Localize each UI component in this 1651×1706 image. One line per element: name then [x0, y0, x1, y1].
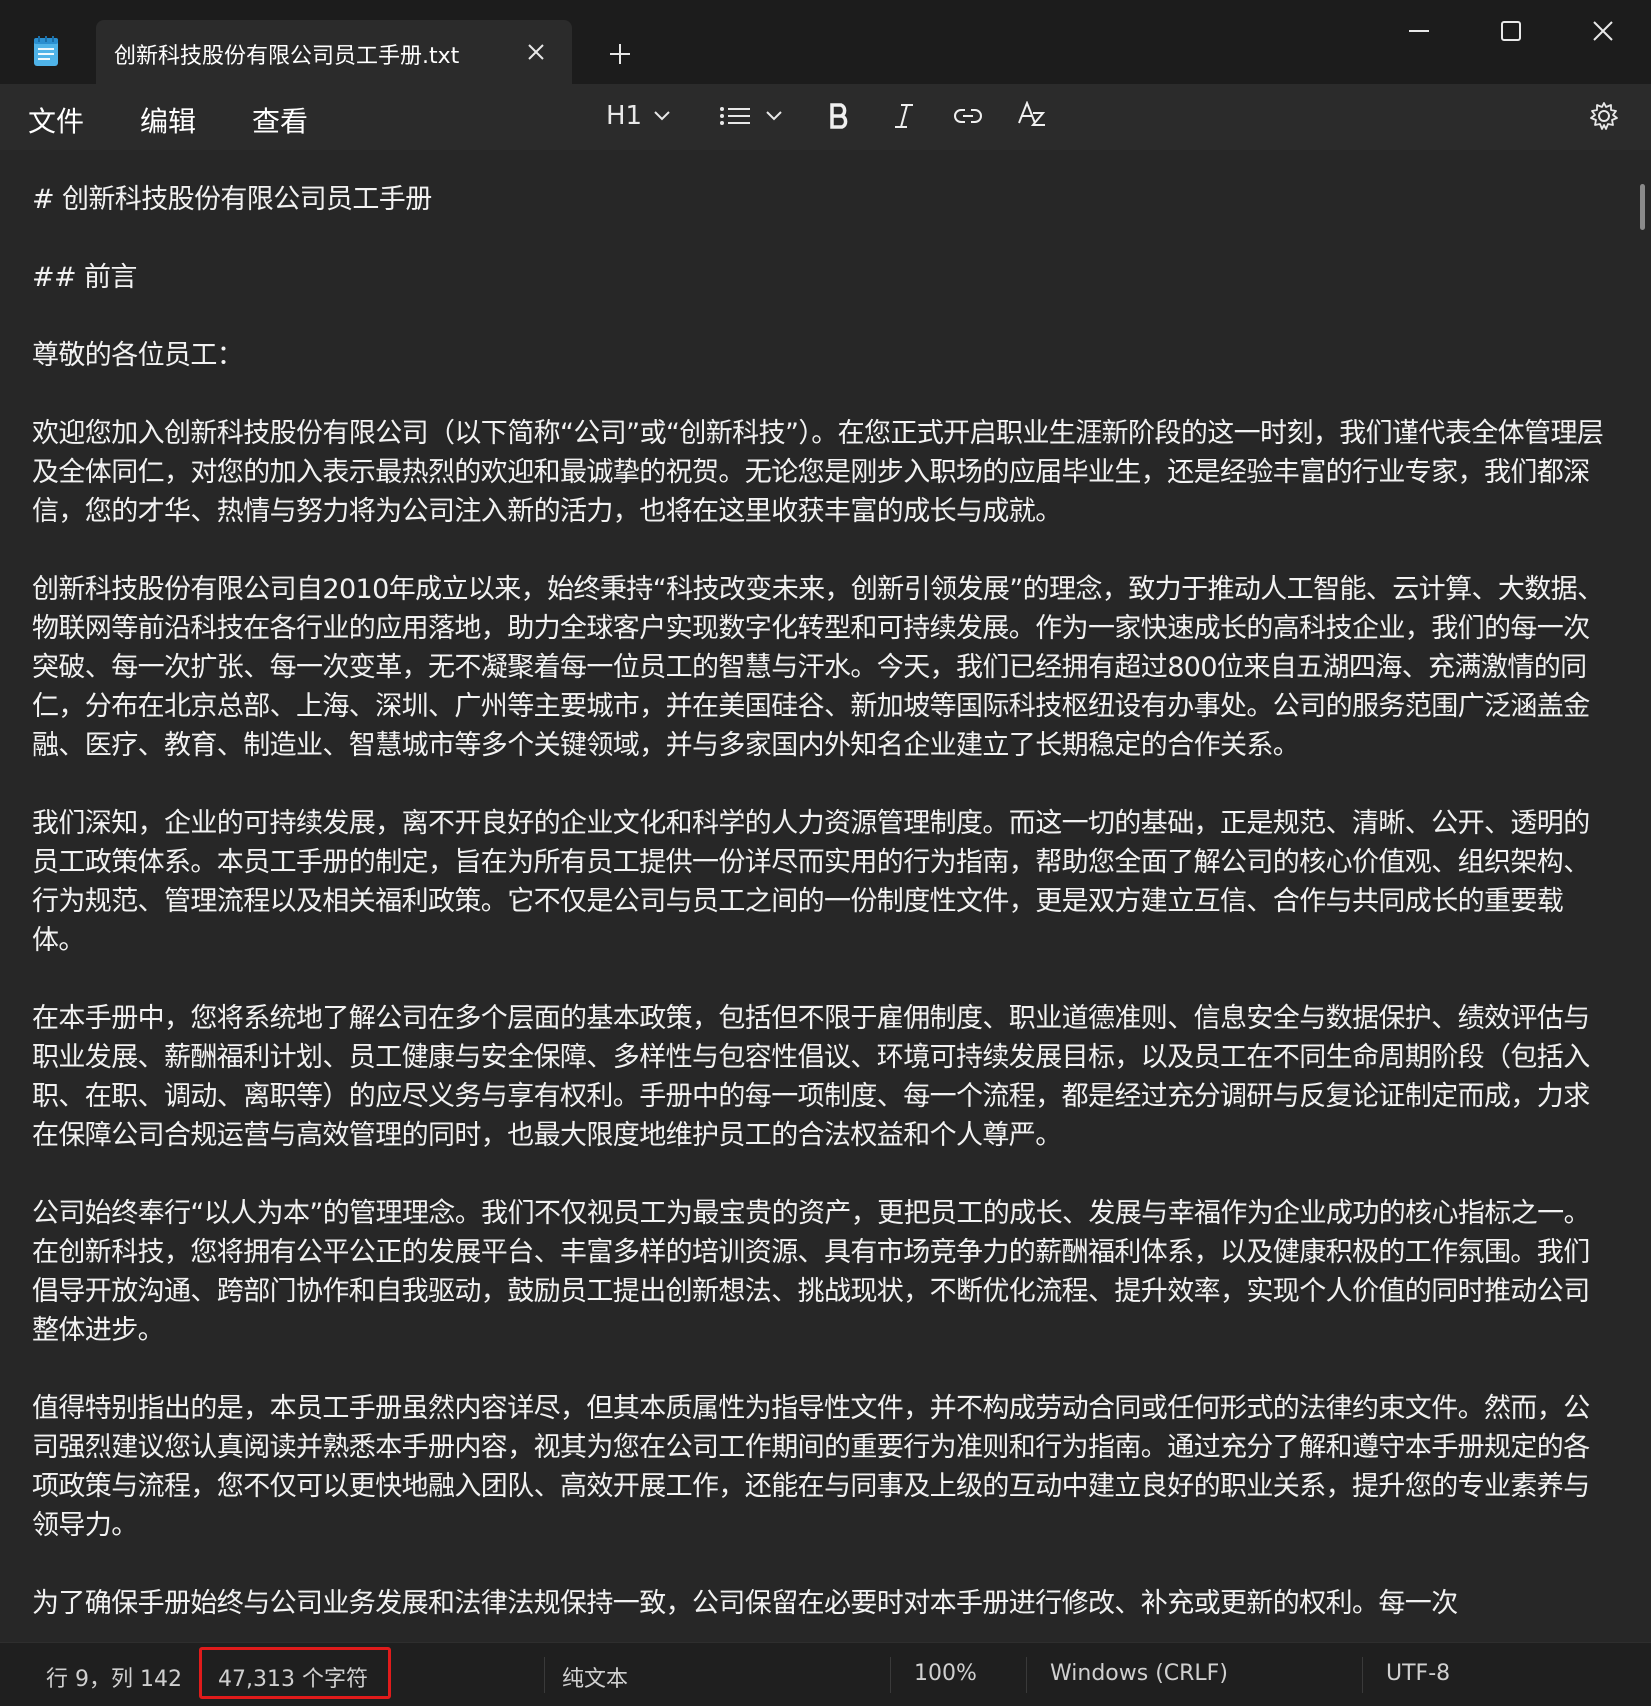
notepad-app-icon — [32, 34, 60, 68]
document-text[interactable]: # 创新科技股份有限公司员工手册 ## 前言 尊敬的各位员工： 欢迎您加入创新科… — [32, 180, 1612, 1642]
link-icon — [953, 108, 983, 124]
new-tab-icon[interactable] — [600, 34, 640, 74]
heading-dropdown[interactable]: H1 — [600, 94, 676, 138]
paragraph: 为了确保手册始终与公司业务发展和法律法规保持一致，公司保留在必要时对本手册进行修… — [32, 1588, 1458, 1619]
minimize-icon[interactable] — [1384, 8, 1454, 54]
maximize-icon[interactable] — [1476, 8, 1546, 54]
italic-icon — [893, 103, 915, 129]
heading-label: H1 — [605, 101, 643, 131]
status-divider — [1362, 1657, 1363, 1693]
file-format[interactable]: 纯文本 — [562, 1661, 628, 1693]
zoom-level[interactable]: 100% — [914, 1661, 977, 1686]
line-greeting: 尊敬的各位员工： — [32, 340, 244, 371]
paragraph: 在本手册中，您将系统地了解公司在多个层面的基本政策，包括但不限于雇佣制度、职业道… — [32, 1003, 1590, 1151]
paragraph: 欢迎您加入创新科技股份有限公司（以下简称“公司”或“创新科技”）。在您正式开启职… — [32, 418, 1604, 527]
line-ending[interactable]: Windows (CRLF) — [1050, 1661, 1228, 1686]
title-bar: 创新科技股份有限公司员工手册.txt — [0, 0, 1651, 84]
encoding[interactable]: UTF-8 — [1386, 1661, 1450, 1686]
line-title: # 创新科技股份有限公司员工手册 — [32, 184, 432, 215]
italic-button[interactable] — [884, 94, 924, 138]
menu-file[interactable]: 文件 — [28, 100, 84, 140]
link-button[interactable] — [948, 94, 988, 138]
status-divider — [544, 1657, 545, 1693]
tab-title: 创新科技股份有限公司员工手册.txt — [114, 44, 460, 69]
chevron-down-icon — [654, 111, 670, 121]
paragraph: 我们深知，企业的可持续发展，离不开良好的企业文化和科学的人力资源管理制度。而这一… — [32, 808, 1590, 956]
close-tab-icon[interactable] — [516, 32, 556, 72]
text-editor[interactable]: # 创新科技股份有限公司员工手册 ## 前言 尊敬的各位员工： 欢迎您加入创新科… — [0, 150, 1651, 1642]
document-tab[interactable]: 创新科技股份有限公司员工手册.txt — [96, 20, 572, 84]
list-icon — [720, 106, 750, 126]
spellcheck-icon — [1017, 101, 1047, 131]
notepad-window: 创新科技股份有限公司员工手册.txt 文件 编辑 查看 H1 # 创新科技股份有… — [0, 0, 1651, 1706]
close-window-icon[interactable] — [1568, 8, 1638, 54]
chevron-down-icon — [766, 111, 782, 121]
paragraph: 值得特别指出的是，本员工手册虽然内容详尽，但其本质属性为指导性文件，并不构成劳动… — [32, 1393, 1590, 1541]
status-divider — [1026, 1657, 1027, 1693]
spellcheck-button[interactable] — [1012, 94, 1052, 138]
menu-bar: 文件 编辑 查看 H1 — [0, 84, 1651, 150]
menu-view[interactable]: 查看 — [252, 100, 308, 140]
bold-button[interactable] — [820, 94, 860, 138]
bold-icon — [829, 103, 851, 129]
gear-icon — [1589, 101, 1619, 131]
status-bar: 行 9，列 142 47,313 个字符 纯文本 100% Windows (C… — [0, 1642, 1651, 1706]
vertical-scrollbar[interactable] — [1640, 184, 1645, 230]
status-divider — [890, 1657, 891, 1693]
settings-button[interactable] — [1584, 94, 1624, 138]
menu-edit[interactable]: 编辑 — [140, 100, 196, 140]
cursor-position[interactable]: 行 9，列 142 — [46, 1661, 182, 1693]
paragraph: 创新科技股份有限公司自2010年成立以来，始终秉持“科技改变未来，创新引领发展”… — [32, 574, 1604, 761]
line-section-heading: ## 前言 — [32, 262, 137, 293]
list-dropdown[interactable] — [716, 94, 786, 138]
character-count[interactable]: 47,313 个字符 — [218, 1661, 368, 1693]
paragraph: 公司始终奉行“以人为本”的管理理念。我们不仅视员工为最宝贵的资产，更把员工的成长… — [32, 1198, 1591, 1346]
